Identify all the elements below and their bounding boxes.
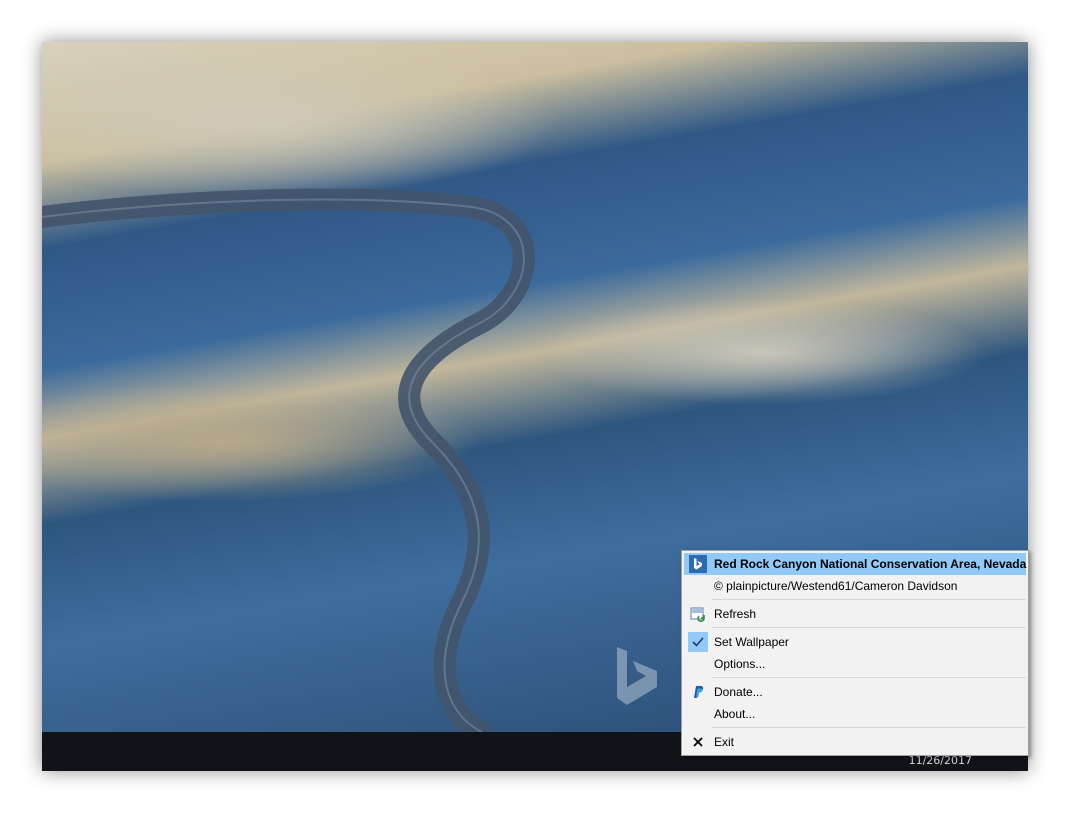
menu-item-label: Exit (714, 735, 735, 749)
paypal-icon (688, 682, 708, 702)
menu-item-set-wallpaper[interactable]: Set Wallpaper (684, 631, 1026, 653)
menu-item-exit[interactable]: Exit (684, 731, 1026, 753)
bing-icon (688, 554, 708, 574)
menu-item-label: Options... (714, 657, 766, 671)
menu-separator (712, 599, 1026, 600)
tray-context-menu: Red Rock Canyon National Conservation Ar… (681, 550, 1029, 756)
menu-item-about[interactable]: About... (684, 703, 1026, 725)
menu-item-label: Red Rock Canyon National Conservation Ar… (714, 557, 1027, 571)
bing-watermark-icon (612, 642, 662, 712)
menu-item-options[interactable]: Options... (684, 653, 1026, 675)
checkmark-icon (688, 632, 708, 652)
menu-item-label: About... (714, 707, 756, 721)
refresh-icon (688, 604, 708, 624)
menu-item-label: Donate... (714, 685, 763, 699)
menu-item-image-title[interactable]: Red Rock Canyon National Conservation Ar… (684, 553, 1026, 575)
close-icon (688, 732, 708, 752)
menu-separator (712, 727, 1026, 728)
menu-item-donate[interactable]: Donate... (684, 681, 1026, 703)
menu-separator (712, 627, 1026, 628)
menu-item-copyright[interactable]: © plainpicture/Westend61/Cameron Davidso… (684, 575, 1026, 597)
menu-item-label: Set Wallpaper (714, 635, 789, 649)
menu-item-refresh[interactable]: Refresh (684, 603, 1026, 625)
menu-item-label: © plainpicture/Westend61/Cameron Davidso… (714, 579, 958, 593)
menu-separator (712, 677, 1026, 678)
menu-item-label: Refresh (714, 607, 757, 621)
